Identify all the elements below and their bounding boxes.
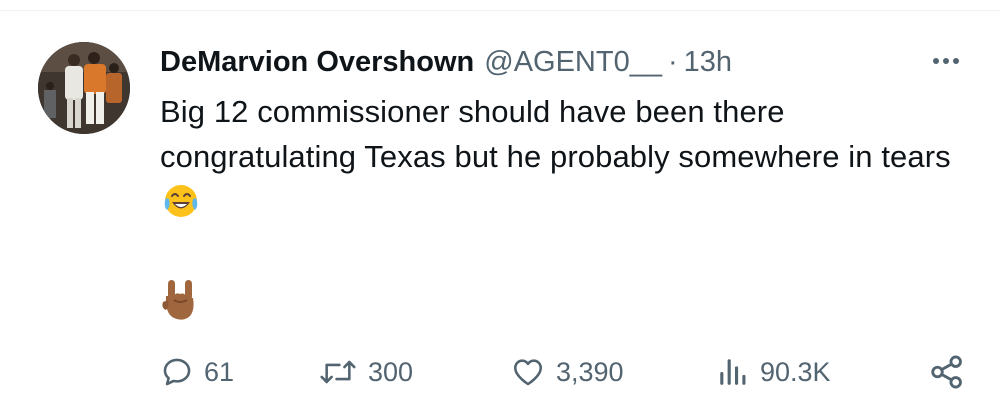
more-dot-icon bbox=[933, 58, 939, 64]
like-count: 3,390 bbox=[556, 356, 624, 387]
display-name[interactable]: DeMarvion Overshown bbox=[160, 46, 474, 79]
repost-count: 300 bbox=[368, 356, 414, 387]
reply-count: 61 bbox=[204, 356, 235, 387]
views-button[interactable]: 90.3K bbox=[716, 350, 831, 394]
repost-icon bbox=[320, 360, 356, 384]
tweet-header: DeMarvion Overshown @AGENT0__ · 13h bbox=[160, 40, 732, 84]
tweet-text-body: Big 12 commissioner should have been the… bbox=[160, 94, 951, 174]
tweet-card[interactable]: DeMarvion Overshown @AGENT0__ · 13h Big … bbox=[0, 0, 1000, 412]
user-handle[interactable]: @AGENT0__ bbox=[484, 46, 662, 79]
repost-button[interactable]: 300 bbox=[318, 350, 413, 394]
like-button[interactable]: 3,390 bbox=[510, 350, 624, 394]
tweet-text: Big 12 commissioner should have been the… bbox=[160, 89, 980, 232]
avatar-photo bbox=[38, 42, 130, 134]
views-count: 90.3K bbox=[760, 356, 831, 387]
views-chart-icon bbox=[720, 359, 746, 385]
sign-of-the-horns-icon bbox=[160, 278, 200, 322]
face-with-tears-of-joy-icon bbox=[162, 182, 200, 232]
reply-icon bbox=[163, 358, 191, 386]
more-dot-icon bbox=[943, 58, 949, 64]
share-button[interactable] bbox=[928, 350, 976, 394]
reply-button[interactable]: 61 bbox=[160, 350, 234, 394]
separator-dot: · bbox=[667, 45, 678, 78]
more-dot-icon bbox=[953, 58, 959, 64]
more-options-button[interactable] bbox=[926, 46, 966, 76]
heart-icon bbox=[513, 359, 543, 386]
share-icon bbox=[931, 355, 962, 389]
timestamp[interactable]: 13h bbox=[684, 46, 732, 79]
tweet-actions: 61 300 3,390 90.3K bbox=[160, 350, 980, 394]
avatar[interactable] bbox=[38, 42, 130, 134]
